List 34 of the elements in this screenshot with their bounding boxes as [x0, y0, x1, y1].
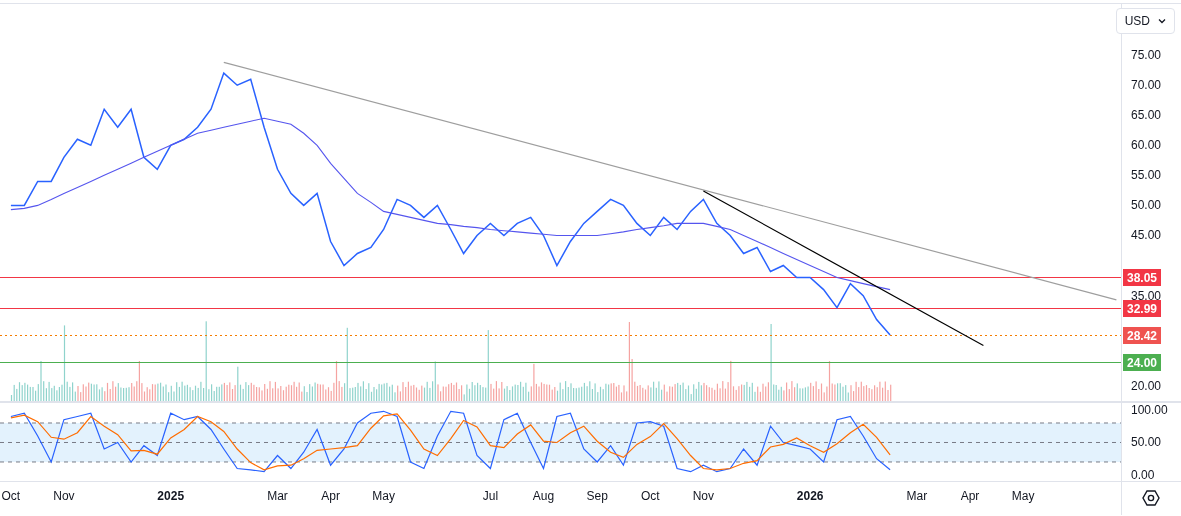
price-axis-label: 65.00	[1131, 108, 1162, 123]
time-axis-label: Mar	[267, 489, 288, 503]
price-axis-label: 70.00	[1131, 78, 1162, 93]
price-label: 24.00	[1123, 354, 1161, 371]
time-axis-label: Aug	[532, 489, 555, 503]
time-axis-label: 2025	[157, 489, 185, 503]
price-label: 38.05	[1123, 269, 1161, 286]
time-axis-label: 2026	[796, 489, 824, 503]
time-axis-label: Sep	[586, 489, 608, 503]
time-axis-label: Mar	[906, 489, 928, 503]
price-axis-label: 45.00	[1131, 228, 1162, 243]
price-axis-label: 75.00	[1131, 48, 1162, 63]
time-axis-label: Nov	[692, 489, 715, 503]
caret-icon	[1158, 18, 1166, 24]
settings-icon[interactable]	[1142, 489, 1160, 507]
price-axis-label: 20.00	[1131, 378, 1162, 393]
time-axis-label: Nov	[53, 489, 75, 503]
price-label: 28.42	[1123, 327, 1161, 344]
oscillator-axis-label: 50.00	[1131, 435, 1162, 450]
price-axis-label: 60.00	[1131, 138, 1162, 153]
price-axis-label: 50.00	[1131, 198, 1162, 213]
time-axis-label: Apr	[960, 489, 980, 503]
oscillator-axis-label: 0.00	[1131, 468, 1155, 482]
price-axis-label: 35.00	[1131, 288, 1162, 303]
time-axis-label: Oct	[640, 489, 660, 503]
time-axis-label: Jul	[482, 489, 499, 503]
price-axis-label: 55.00	[1131, 168, 1162, 183]
time-axis-label: May	[372, 489, 395, 503]
time-axis-label: May	[1011, 489, 1035, 503]
oscillator-axis-label: 100.00	[1131, 403, 1168, 417]
time-axis-label: Apr	[321, 489, 340, 503]
price-label: 32.99	[1123, 300, 1161, 317]
currency-select[interactable]: USD	[1115, 8, 1175, 34]
time-axis-label: Oct	[1, 489, 21, 503]
